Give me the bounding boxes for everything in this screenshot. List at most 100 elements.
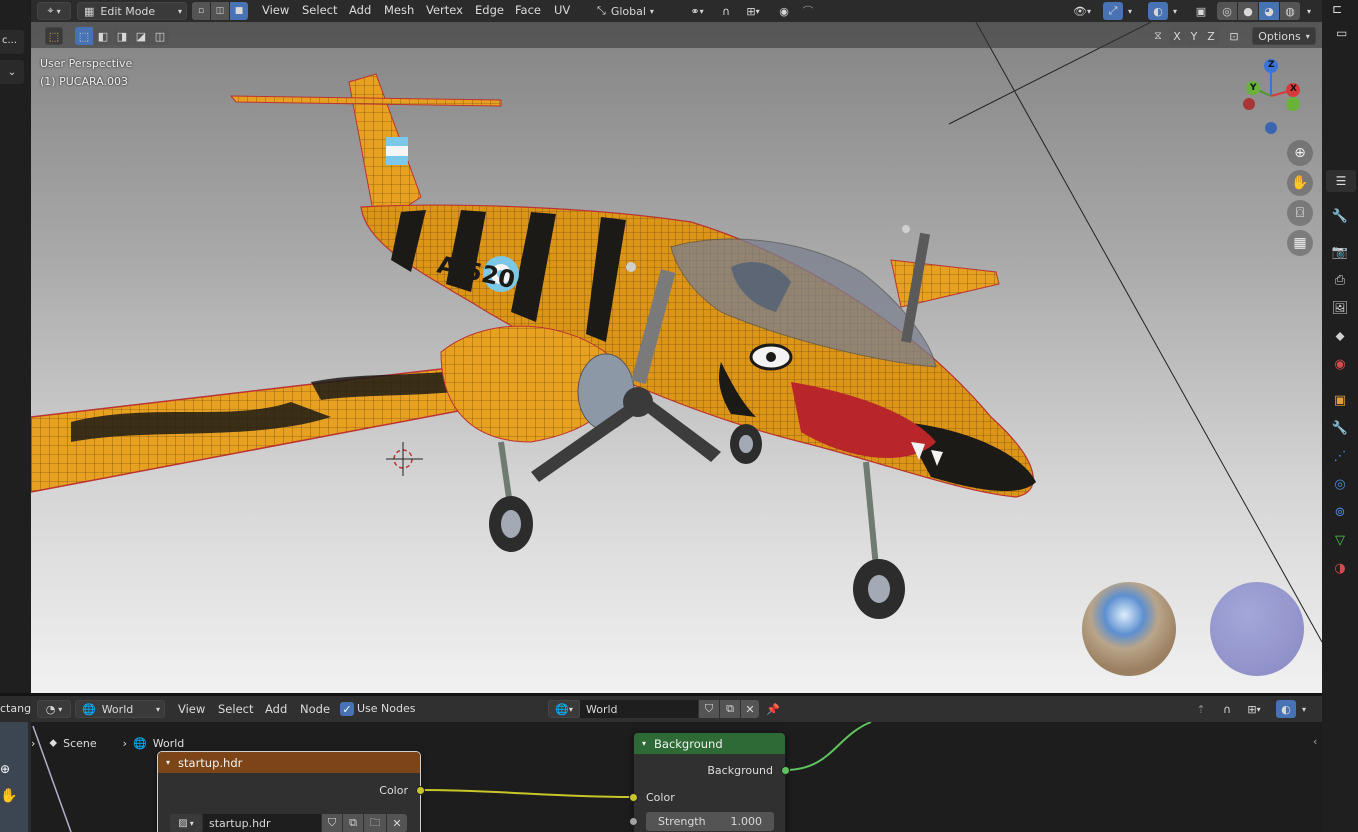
select-mode-new-button[interactable]: ⬚ <box>75 27 93 45</box>
snap-target-dropdown[interactable]: ⊞ ▾ <box>737 2 769 20</box>
background-node[interactable]: ▾ Background Background Color Strength 1… <box>629 732 790 832</box>
shader-type-dropdown[interactable]: 🌐 World ▾ <box>75 700 165 718</box>
menu-uv[interactable]: UV <box>554 3 570 19</box>
strength-input-socket[interactable] <box>629 817 638 826</box>
menu-view[interactable]: View <box>262 3 289 19</box>
node-overlays-toggle[interactable]: ◐ <box>1276 700 1296 718</box>
shading-options-dropdown[interactable]: ▾ <box>1302 2 1316 20</box>
mode-dropdown[interactable]: ▦ Edit Mode ▾ <box>77 2 187 20</box>
properties-editor-type-button[interactable]: ☰ <box>1326 170 1356 192</box>
face-select-mode-button[interactable]: ■ <box>230 2 248 20</box>
overlays-dropdown[interactable]: ▾ <box>1169 2 1181 20</box>
shading-rendered-button[interactable]: ◍ <box>1280 2 1300 20</box>
image-open-button[interactable]: 🗀 <box>364 814 386 832</box>
select-mode-subtract-button[interactable]: ◨ <box>113 27 131 45</box>
xray-toggle[interactable]: ▣ <box>1191 2 1211 20</box>
color-input-socket[interactable] <box>629 793 638 802</box>
node-menu-node[interactable]: Node <box>300 702 330 718</box>
3d-viewport[interactable]: A-520 User Perspective (1) PUCARA.003 Z … <box>31 22 1322 693</box>
hand-icon[interactable]: ✋ <box>0 788 17 804</box>
duplicate-world-button[interactable]: ⧉ <box>720 700 740 718</box>
use-nodes-checkbox[interactable]: ✓ <box>340 702 354 716</box>
node-snap-toggle[interactable]: ∩ <box>1217 700 1237 718</box>
menu-mesh[interactable]: Mesh <box>384 3 414 19</box>
shading-wireframe-button[interactable]: ◎ <box>1217 2 1237 20</box>
data-properties-icon[interactable]: ▽ <box>1331 531 1349 549</box>
color-output-socket[interactable] <box>416 786 425 795</box>
perspective-toggle-button[interactable]: ▦ <box>1287 230 1313 256</box>
particles-properties-icon[interactable]: ⋰ <box>1331 447 1349 465</box>
node-menu-view[interactable]: View <box>178 702 205 718</box>
pin-button[interactable]: 📌 <box>764 700 782 718</box>
pivot-point-dropdown[interactable]: ⚭ ▾ <box>682 2 712 20</box>
unlink-world-button[interactable]: ✕ <box>741 700 759 718</box>
snap-toggle[interactable]: ∩ <box>717 2 735 20</box>
node-overlays-dropdown[interactable]: ▾ <box>1297 700 1311 718</box>
node-editor-type-button[interactable]: ◔ ▾ <box>37 700 71 718</box>
vertex-select-mode-button[interactable]: ▫ <box>192 2 210 20</box>
tool-properties-icon[interactable]: 🔧 <box>1331 207 1349 225</box>
select-mode-intersect-button[interactable]: ◫ <box>151 27 169 45</box>
background-node-header[interactable]: ▾ Background <box>634 733 785 754</box>
overlays-toggle[interactable]: ◐ <box>1148 2 1168 20</box>
mirror-toggle[interactable]: ⧖ <box>1149 27 1167 45</box>
physics-properties-icon[interactable]: ◎ <box>1331 475 1349 493</box>
node-menu-select[interactable]: Select <box>218 702 253 718</box>
fake-user-button[interactable]: ⛉ <box>699 700 719 718</box>
world-properties-icon[interactable]: ◉ <box>1331 355 1349 373</box>
object-properties-icon[interactable]: ▣ <box>1331 391 1349 409</box>
breadcrumb-scene[interactable]: Scene <box>63 737 97 750</box>
visibility-dropdown[interactable]: 👁 ▾ <box>1067 2 1097 20</box>
image-name-field[interactable]: startup.hdr <box>203 814 321 832</box>
image-unlink-button[interactable]: ✕ <box>387 814 407 832</box>
options-dropdown[interactable]: Options ▾ <box>1252 27 1316 45</box>
collapse-icon[interactable]: ▾ <box>642 739 646 748</box>
proportional-edit-toggle[interactable]: ◉ <box>775 2 793 20</box>
shading-material-button[interactable]: ◕ <box>1259 2 1279 20</box>
material-properties-icon[interactable]: ◑ <box>1331 559 1349 577</box>
image-browse-button[interactable]: ▨ ▾ <box>170 814 202 832</box>
editor-type-button[interactable]: ⌖ ▾ <box>37 2 71 20</box>
transform-orientation-dropdown[interactable]: ⤡ Global ▾ <box>597 2 677 20</box>
menu-edge[interactable]: Edge <box>475 3 504 19</box>
parent-node-tree-button[interactable]: ⇡ <box>1191 700 1211 718</box>
output-properties-icon[interactable]: ⎙ <box>1331 271 1349 289</box>
background-output-socket[interactable] <box>781 766 790 775</box>
scene-properties-icon[interactable]: ⬥ <box>1331 327 1349 345</box>
outliner-display-icon[interactable]: ▭ <box>1336 26 1354 40</box>
collapse-icon[interactable]: ▾ <box>166 758 170 767</box>
outliner-filter-icon[interactable]: ⊏ <box>1332 2 1354 20</box>
node-snap-dropdown[interactable]: ⊞ ▾ <box>1239 700 1269 718</box>
mirror-z-button[interactable]: Z <box>1203 27 1219 45</box>
render-properties-icon[interactable]: 📷 <box>1331 243 1349 261</box>
node-menu-add[interactable]: Add <box>265 702 287 718</box>
left-panel-dropdown[interactable]: ⌄ <box>0 60 24 84</box>
mirror-y-button[interactable]: Y <box>1186 27 1202 45</box>
world-browse-button[interactable]: 🌐 ▾ <box>548 700 580 718</box>
menu-select[interactable]: Select <box>302 3 337 19</box>
view-layer-properties-icon[interactable]: 🖼 <box>1331 299 1349 317</box>
pan-button[interactable]: ✋ <box>1287 170 1313 196</box>
camera-view-button[interactable]: ⌼ <box>1287 200 1313 226</box>
proportional-falloff-dropdown[interactable]: ⌒ <box>795 2 821 20</box>
sidebar-toggle-icon[interactable]: ‹ <box>1313 735 1317 748</box>
environment-texture-node[interactable]: ▾ startup.hdr Color ▨ ▾ startup.hdr ⛉ ⧉ 🗀… <box>157 751 425 832</box>
add-icon[interactable]: ⊕ <box>0 762 10 776</box>
menu-vertex[interactable]: Vertex <box>426 3 463 19</box>
shading-solid-button[interactable]: ● <box>1238 2 1258 20</box>
gizmo-toggle[interactable]: ⤢ <box>1103 2 1123 20</box>
edge-select-mode-button[interactable]: ◫ <box>211 2 229 20</box>
gizmo-dropdown[interactable]: ▾ <box>1124 2 1136 20</box>
menu-face[interactable]: Face <box>515 3 541 19</box>
zoom-button[interactable]: ⊕ <box>1287 140 1313 166</box>
mirror-x-button[interactable]: X <box>1169 27 1185 45</box>
world-name-field[interactable]: World <box>580 700 698 718</box>
environment-texture-node-header[interactable]: ▾ startup.hdr <box>158 752 420 773</box>
left-panel-tab[interactable]: c... <box>0 30 24 54</box>
constraints-properties-icon[interactable]: ⊚ <box>1331 503 1349 521</box>
auto-merge-toggle[interactable]: ⊡ <box>1225 27 1243 45</box>
strength-field[interactable]: Strength 1.000 <box>646 812 774 831</box>
modifier-properties-icon[interactable]: 🔧 <box>1331 419 1349 437</box>
breadcrumb-world[interactable]: World <box>153 737 185 750</box>
image-fake-user-button[interactable]: ⛉ <box>322 814 342 832</box>
